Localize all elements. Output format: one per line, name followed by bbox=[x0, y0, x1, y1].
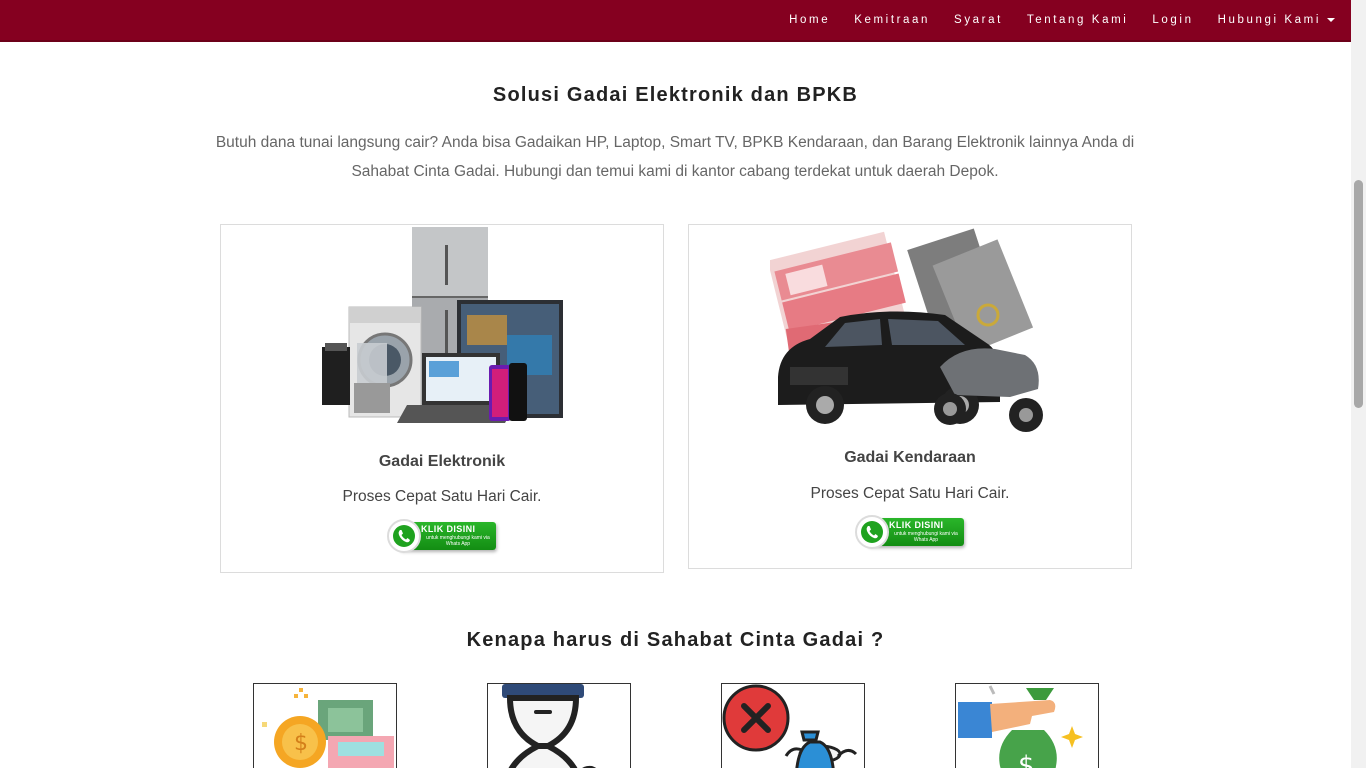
whatsapp-klik-disini-button[interactable]: KLIK DISINI untuk menghubungi kami via W… bbox=[387, 519, 497, 555]
whatsapp-klik-disini-button[interactable]: KLIK DISINI untuk menghubungi kami via W… bbox=[855, 515, 965, 551]
nav-hubungi-kami-dropdown[interactable]: Hubungi Kami bbox=[1206, 14, 1347, 26]
nav-kemitraan[interactable]: Kemitraan bbox=[842, 14, 942, 26]
card-title: Gadai Kendaraan bbox=[844, 449, 976, 466]
whatsapp-icon bbox=[387, 519, 421, 553]
nav-hubungi-kami-label: Hubungi Kami bbox=[1217, 14, 1321, 26]
whatsapp-button-caption: untuk menghubungi kami via Whats App bbox=[894, 531, 958, 543]
svg-text:$: $ bbox=[294, 731, 308, 756]
whatsapp-icon bbox=[855, 515, 889, 549]
nav-login[interactable]: Login bbox=[1140, 14, 1205, 26]
intro-text: Butuh dana tunai langsung cair? Anda bis… bbox=[215, 134, 1135, 180]
nav-links: Home Kemitraan Syarat Tentang Kami Login… bbox=[777, 0, 1347, 40]
feature-no-fee-icon: $ bbox=[721, 683, 865, 768]
card-gadai-kendaraan: Gadai Kendaraan Proses Cepat Satu Hari C… bbox=[688, 224, 1132, 569]
scrollbar-thumb[interactable] bbox=[1354, 180, 1363, 408]
whatsapp-button-label: KLIK DISINI bbox=[889, 520, 944, 530]
whatsapp-button-caption: untuk menghubungi kami via Whats App bbox=[426, 535, 490, 547]
feature-hourglass-icon bbox=[487, 683, 631, 768]
section-title-kenapa: Kenapa harus di Sahabat Cinta Gadai ? bbox=[466, 629, 885, 651]
card-gadai-elektronik: Gadai Elektronik Proses Cepat Satu Hari … bbox=[220, 224, 664, 573]
nav-home[interactable]: Home bbox=[777, 14, 842, 26]
feature-money-icon: $ bbox=[253, 683, 397, 768]
section-title-solusi: Solusi Gadai Elektronik dan BPKB bbox=[492, 84, 859, 106]
page-scrollbar[interactable] bbox=[1351, 0, 1366, 768]
svg-text:$: $ bbox=[1018, 751, 1035, 768]
nav-tentang-kami[interactable]: Tentang Kami bbox=[1015, 14, 1141, 26]
whatsapp-button-label: KLIK DISINI bbox=[421, 524, 476, 534]
card-title: Gadai Elektronik bbox=[378, 453, 506, 470]
vehicle-money-illustration bbox=[770, 228, 1043, 432]
navbar: Home Kemitraan Syarat Tentang Kami Login… bbox=[0, 0, 1351, 42]
nav-syarat[interactable]: Syarat bbox=[942, 14, 1015, 26]
card-subtitle: Proses Cepat Satu Hari Cair. bbox=[342, 488, 542, 505]
electronics-illustration bbox=[322, 227, 563, 423]
caret-down-icon bbox=[1327, 18, 1335, 22]
feature-hand-money-icon: $ bbox=[955, 683, 1099, 768]
card-subtitle: Proses Cepat Satu Hari Cair. bbox=[810, 485, 1010, 502]
